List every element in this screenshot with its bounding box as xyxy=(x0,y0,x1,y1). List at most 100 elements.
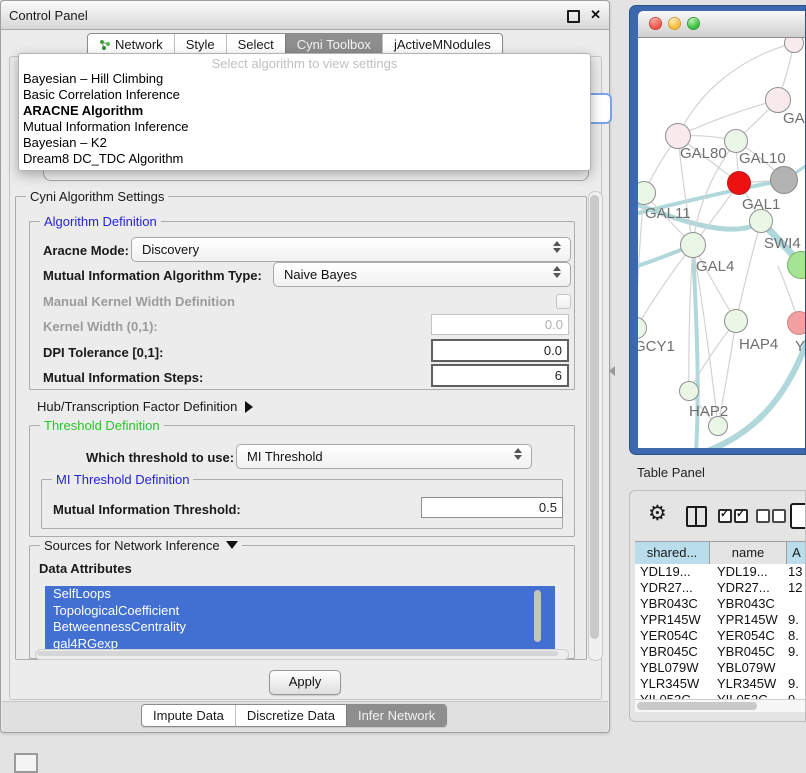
table-cell: 9. xyxy=(787,676,806,692)
splitter-collapse-icon[interactable] xyxy=(609,366,615,376)
network-node[interactable] xyxy=(770,166,798,194)
table-panel-title: Table Panel xyxy=(637,465,705,480)
node-label: HAP2 xyxy=(689,403,728,420)
tab-network[interactable]: Network xyxy=(88,34,174,55)
table-cell: YBR043C xyxy=(635,596,710,612)
checked-checkbox-icon[interactable]: ✓ xyxy=(734,509,748,523)
table-row[interactable]: YBR045CYBR045C9. xyxy=(635,644,806,660)
unchecked-checkbox-icon[interactable] xyxy=(772,509,786,523)
combo-arrows-icon xyxy=(514,448,522,460)
network-canvas[interactable]: GALGAL80GAL10GAL1GAL11SWI4GAL4GCY1HAP4YH… xyxy=(638,38,805,448)
table-row[interactable]: YBR043CYBR043C xyxy=(635,596,806,612)
attribute-list-item[interactable]: BetweennessCentrality xyxy=(45,619,555,636)
table-row[interactable]: YLR345WYLR345W9. xyxy=(635,676,806,692)
table-cell: 9 xyxy=(787,692,806,699)
table-hscrollbar-thumb[interactable] xyxy=(637,702,757,710)
table-cell: YLR345W xyxy=(635,676,710,692)
aracne-mode-label: Aracne Mode: xyxy=(43,243,129,258)
checked-checkbox-icon[interactable]: ✓ xyxy=(718,509,732,523)
aracne-mode-combo[interactable]: Discovery xyxy=(131,237,571,262)
tab-infer-network[interactable]: Infer Network xyxy=(346,705,446,726)
table-cell: 9. xyxy=(787,612,806,628)
dropdown-option[interactable]: ARACNE Algorithm xyxy=(19,103,590,119)
dpi-tolerance-field[interactable]: 0.0 xyxy=(431,339,569,362)
tab-style[interactable]: Style xyxy=(174,34,226,55)
dropdown-option[interactable]: Basic Correlation Inference xyxy=(19,87,590,103)
node-label: Y xyxy=(795,338,805,355)
table-cell: YDR27... xyxy=(635,580,710,596)
table-cell: YIL052C xyxy=(635,692,710,699)
float-window-icon[interactable] xyxy=(567,10,580,23)
kernel-width-label: Kernel Width (0,1): xyxy=(43,319,158,334)
table-panel: ⚙ ✓ ✓ shared...nameA YDL19...YDL19...13Y… xyxy=(629,490,806,722)
table-cell: YLR345W xyxy=(710,676,787,692)
tab-discretize-data[interactable]: Discretize Data xyxy=(235,705,346,726)
unchecked-checkbox-icon[interactable] xyxy=(756,509,770,523)
network-node[interactable] xyxy=(787,311,805,335)
settings-scrollbar[interactable] xyxy=(588,191,603,661)
apply-button[interactable]: Apply xyxy=(269,670,341,695)
attribute-list-item[interactable]: TopologicalCoefficient xyxy=(45,603,555,620)
tab-jactivemnodules[interactable]: jActiveMNodules xyxy=(382,34,502,55)
close-traffic-light-icon[interactable] xyxy=(649,17,662,30)
table-cell: YBL079W xyxy=(635,660,710,676)
table-row[interactable]: YER054CYER054C8. xyxy=(635,628,806,644)
column-header-2[interactable]: name xyxy=(710,542,787,565)
tab-select[interactable]: Select xyxy=(226,34,285,55)
mi-threshold-label: Mutual Information Threshold: xyxy=(53,502,241,517)
table-hscrollbar[interactable] xyxy=(635,699,806,712)
table-cell: 9. xyxy=(787,644,806,660)
tab-impute-data[interactable]: Impute Data xyxy=(142,705,235,726)
table-row[interactable]: YDL19...YDL19...13 xyxy=(635,564,806,580)
table-row[interactable]: YBL079WYBL079W xyxy=(635,660,806,676)
attr-list-hscrollbar[interactable] xyxy=(35,649,569,660)
manual-kernel-checkbox[interactable] xyxy=(556,294,571,309)
dropdown-option[interactable]: Bayesian – Hill Climbing xyxy=(19,71,590,87)
network-node[interactable] xyxy=(679,381,699,401)
window-title: Control Panel xyxy=(9,8,88,23)
attr-list-hscrollbar-thumb[interactable] xyxy=(37,651,558,656)
mi-threshold-field[interactable]: 0.5 xyxy=(421,497,563,518)
mi-steps-field[interactable]: 6 xyxy=(431,364,569,387)
settings-scrollbar-thumb[interactable] xyxy=(590,195,599,639)
which-threshold-combo[interactable]: MI Threshold xyxy=(236,444,532,469)
control-panel-window: Control Panel ✕ NetworkStyleSelectCyni T… xyxy=(0,0,610,733)
network-tab-icon xyxy=(99,39,111,51)
dropdown-option[interactable]: Mutual Information Inference xyxy=(19,119,590,135)
table-row[interactable]: YIL052CYIL052C9 xyxy=(635,692,806,699)
gear-icon[interactable]: ⚙ xyxy=(648,501,667,526)
attr-list-scrollbar-thumb[interactable] xyxy=(534,590,541,642)
page-icon[interactable] xyxy=(790,503,806,529)
table-row[interactable]: YDR27...YDR27...12 xyxy=(635,580,806,596)
network-window-titlebar[interactable] xyxy=(638,11,805,38)
column-header-3[interactable]: A xyxy=(787,542,806,565)
attribute-list-item[interactable]: SelfLoops xyxy=(45,586,555,603)
network-node[interactable] xyxy=(680,232,706,258)
column-header-1[interactable]: shared... xyxy=(635,542,710,565)
zoom-traffic-light-icon[interactable] xyxy=(687,17,700,30)
mi-type-combo[interactable]: Naive Bayes xyxy=(273,262,571,287)
network-node[interactable] xyxy=(727,171,751,195)
table-cell: YDL19... xyxy=(635,564,710,580)
minimize-traffic-light-icon[interactable] xyxy=(668,17,681,30)
kernel-width-field[interactable]: 0.0 xyxy=(431,314,569,335)
sources-title[interactable]: Sources for Network Inference xyxy=(40,538,242,553)
collapse-down-icon xyxy=(226,541,238,549)
dropdown-option[interactable]: Bayesian – K2 xyxy=(19,135,590,151)
split-columns-icon[interactable] xyxy=(686,506,707,527)
minimized-panel-icon[interactable] xyxy=(14,753,38,773)
table-cell: YBR045C xyxy=(635,644,710,660)
node-label: GAL4 xyxy=(696,258,734,275)
tab-cyni-toolbox[interactable]: Cyni Toolbox xyxy=(285,34,382,55)
table-body: YDL19...YDL19...13YDR27...YDR27...12YBR0… xyxy=(635,564,806,699)
dropdown-option[interactable]: Dream8 DC_TDC Algorithm xyxy=(19,151,590,167)
close-window-icon[interactable]: ✕ xyxy=(590,7,601,23)
network-node[interactable] xyxy=(724,309,748,333)
node-label: GCY1 xyxy=(638,338,675,355)
hub-definition-expander[interactable]: Hub/Transcription Factor Definition xyxy=(37,399,253,414)
aracne-mode-value: Discovery xyxy=(142,242,199,257)
table-cell: YBR043C xyxy=(710,596,787,612)
node-label: GAL10 xyxy=(739,150,786,167)
table-row[interactable]: YPR145WYPR145W9. xyxy=(635,612,806,628)
algorithm-definition-title: Algorithm Definition xyxy=(40,214,161,229)
